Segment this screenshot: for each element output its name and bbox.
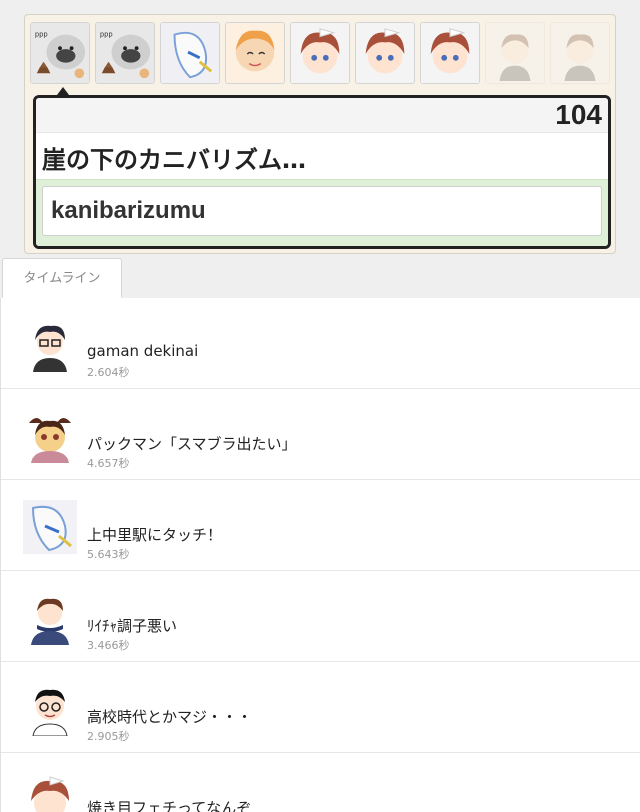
timeline-text: パックマン「スマブラ出たい」 — [87, 435, 297, 453]
orange-hair-character-icon[interactable] — [225, 22, 285, 84]
blue-sketch-character-icon — [23, 500, 77, 554]
svg-text:ppp: ppp — [100, 31, 113, 39]
brown-hair-girl-icon[interactable] — [355, 22, 415, 84]
typing-input[interactable]: kanibarizumu — [42, 186, 602, 236]
tab-timeline[interactable]: タイムライン — [2, 258, 122, 298]
ribbon-girl-icon — [23, 409, 77, 463]
timeline-time: 2.604秒 — [87, 366, 130, 379]
timeline-text: 高校時代とかマジ・・・ — [87, 708, 253, 726]
list-item[interactable]: gaman dekinai 2.604秒 — [1, 298, 640, 389]
glasses-man-icon — [23, 682, 77, 736]
game-panel: ppp ppp 104 崖の下のカニバリズム… kanibarizumu — [24, 14, 616, 254]
word-card: 104 崖の下のカニバリズム… kanibarizumu — [33, 95, 611, 249]
list-item[interactable]: ﾘｲﾁｬ調子悪い 3.466秒 — [1, 571, 640, 662]
svg-text:ppp: ppp — [35, 31, 48, 39]
glasses-boy-icon — [23, 318, 77, 372]
brown-hair-girl-icon[interactable] — [290, 22, 350, 84]
brown-hair-girl-icon[interactable] — [420, 22, 480, 84]
timeline-time: 5.643秒 — [87, 548, 130, 561]
typing-area: kanibarizumu — [36, 179, 608, 246]
timeline-text: gaman dekinai — [87, 342, 199, 360]
score-strip: 104 — [36, 98, 608, 133]
boy-character-icon[interactable] — [485, 22, 545, 84]
tab-bar: タイムライン — [0, 258, 640, 299]
timeline-text: 焼き目フェチってなんぞ — [87, 799, 252, 812]
timeline-text: 上中里駅にタッチ！ — [87, 526, 223, 544]
timeline-time: 2.905秒 — [87, 730, 130, 743]
list-item[interactable]: 上中里駅にタッチ！ 5.643秒 — [1, 480, 640, 571]
timeline-time: 4.657秒 — [87, 457, 130, 470]
current-player-pointer — [57, 87, 69, 95]
scarf-boy-icon — [23, 591, 77, 645]
brown-hair-girl-icon — [23, 773, 77, 812]
timeline-text: ﾘｲﾁｬ調子悪い — [87, 617, 178, 635]
dog-with-poop-icon[interactable]: ppp — [95, 22, 155, 84]
player-avatar-list: ppp ppp — [30, 22, 610, 84]
timeline-list: gaman dekinai 2.604秒 パックマン「スマブラ出たい」 4.65… — [0, 298, 640, 812]
score: 104 — [555, 99, 602, 130]
blue-sketch-character-icon[interactable] — [160, 22, 220, 84]
list-item[interactable]: パックマン「スマブラ出たい」 4.657秒 — [1, 389, 640, 480]
timeline-time: 3.466秒 — [87, 639, 130, 652]
dog-with-poop-icon[interactable]: ppp — [30, 22, 90, 84]
list-item[interactable]: 高校時代とかマジ・・・ 2.905秒 — [1, 662, 640, 753]
list-item[interactable]: 焼き目フェチってなんぞ — [1, 753, 640, 812]
boy-character-icon[interactable] — [550, 22, 610, 84]
current-word: 崖の下のカニバリズム… — [42, 146, 306, 174]
